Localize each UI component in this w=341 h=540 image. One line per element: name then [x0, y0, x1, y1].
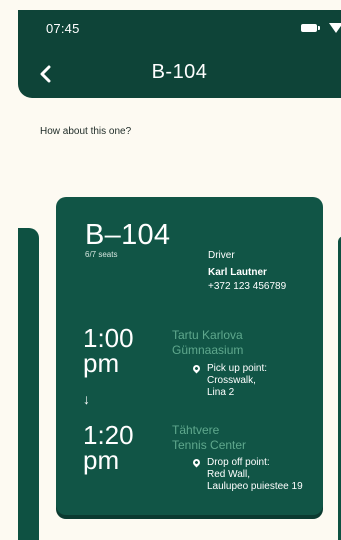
arrival-place-line2: Tennis Center [172, 438, 247, 452]
battery-icon [301, 24, 320, 32]
arrival-time: 1:20 pm [83, 422, 134, 475]
location-pin-icon [191, 457, 202, 468]
dropoff-point: Drop off point: Red Wall, Laulupeo puies… [207, 457, 303, 493]
screen: 07:45 B-104 How about this one? B–104 6/… [0, 0, 341, 540]
location-pin-icon [191, 363, 202, 374]
pickup-point-label: Pick up point: [207, 363, 268, 374]
pickup-point: Pick up point: Crosswalk, Lina 2 [207, 363, 267, 399]
ride-card[interactable]: B–104 6/7 seats Driver Karl Lautner +372… [56, 197, 323, 515]
suggestion-prompt: How about this one? [40, 126, 132, 137]
departure-place-line2: Gümnaasium [172, 343, 244, 357]
status-time: 07:45 [46, 21, 80, 36]
seats-available: 6/7 seats [85, 250, 118, 259]
wifi-icon [329, 23, 341, 33]
arrival-place-line1: Tähtvere [172, 423, 220, 437]
dropoff-point-line2: Laulupeo puiestee 19 [207, 481, 303, 492]
driver-name: Karl Lautner [208, 267, 267, 278]
departure-time: 1:00 pm [83, 325, 134, 378]
departure-place: Tartu Karlova Gümnaasium [172, 328, 243, 358]
dropoff-point-line1: Red Wall, [207, 469, 250, 480]
dropoff-point-label: Drop off point: [207, 457, 270, 468]
page-title: B-104 [151, 61, 208, 83]
bus-code: B–104 [85, 219, 171, 251]
departure-place-line1: Tartu Karlova [172, 328, 243, 342]
down-arrow-icon: ↓ [83, 391, 90, 407]
arrival-time-period: pm [83, 445, 120, 475]
driver-label: Driver [208, 250, 235, 261]
app-header: 07:45 B-104 [18, 10, 341, 98]
arrival-place: Tähtvere Tennis Center [172, 423, 246, 453]
pickup-point-line2: Lina 2 [207, 387, 235, 398]
pickup-point-line1: Crosswalk, [207, 375, 256, 386]
previous-ride-card[interactable] [18, 228, 39, 540]
driver-phone[interactable]: +372 123 456789 [208, 281, 286, 292]
departure-time-period: pm [83, 348, 120, 378]
